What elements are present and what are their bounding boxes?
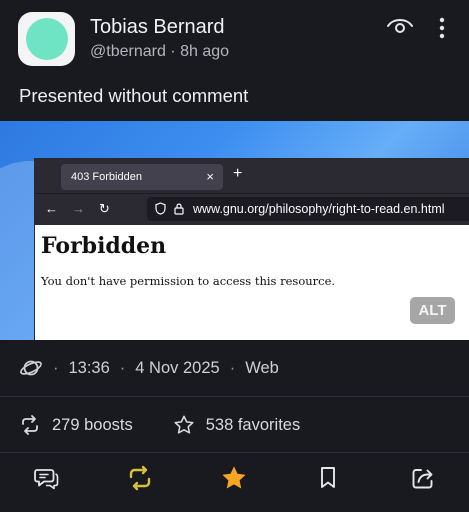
plus-icon: +: [233, 165, 243, 182]
post-time: 13:36: [68, 358, 110, 377]
meta-separator: ·: [119, 358, 126, 377]
arrow-right-icon: →: [72, 201, 85, 216]
bookmark-button[interactable]: [313, 463, 343, 493]
lock-icon: [174, 203, 184, 215]
boost-icon: [22, 415, 38, 435]
globe-icon: [20, 360, 42, 376]
star-icon: [174, 415, 194, 434]
browser-url: www.gnu.org/philosophy/right-to-read.en.…: [193, 202, 445, 216]
page-message: You don't have permission to access this…: [41, 274, 336, 288]
shield-icon: [155, 202, 166, 215]
post-client: Web: [245, 358, 279, 377]
share-button[interactable]: [408, 463, 438, 493]
avatar[interactable]: [18, 12, 75, 66]
boost-button[interactable]: [125, 463, 155, 493]
post-date: 4 Nov 2025: [135, 358, 220, 377]
reload-icon: ↻: [99, 201, 110, 216]
author-handle-line: @tbernard · 8h ago: [90, 43, 229, 61]
star-filled-icon: [222, 466, 246, 489]
browser-page: Forbidden You don't have permission to a…: [35, 225, 469, 340]
browser-screenshot: 403 Forbidden × + ← → ↻ www.gnu.org/phil…: [34, 158, 469, 340]
divider: [0, 396, 469, 397]
browser-tab-title: 403 Forbidden: [71, 171, 142, 183]
browser-url-bar: www.gnu.org/philosophy/right-to-read.en.…: [147, 197, 469, 221]
share-icon: [412, 469, 433, 489]
favorites-count[interactable]: 538 favorites: [206, 416, 300, 435]
handle-separator: ·: [170, 43, 176, 60]
reply-button[interactable]: [31, 463, 61, 493]
boosts-count[interactable]: 279 boosts: [52, 416, 133, 435]
divider: [0, 452, 469, 453]
avatar-image: [25, 18, 68, 60]
bookmark-icon: [321, 467, 335, 488]
post-stats: 279 boosts 538 favorites: [19, 413, 300, 437]
arrow-left-icon: ←: [45, 201, 58, 216]
post-media[interactable]: 403 Forbidden × + ← → ↻ www.gnu.org/phil…: [0, 121, 469, 340]
more-vertical-icon[interactable]: [436, 16, 448, 40]
alt-text-button[interactable]: ALT: [410, 297, 455, 324]
favorite-button[interactable]: [219, 463, 249, 493]
post-text: Presented without comment: [19, 85, 249, 106]
browser-nav-bar: ← → ↻ www.gnu.org/philosophy/right-to-re…: [35, 193, 469, 225]
meta-separator: ·: [229, 358, 236, 377]
meta-separator: ·: [53, 358, 59, 377]
browser-tab: 403 Forbidden ×: [61, 164, 223, 190]
eye-icon[interactable]: [386, 17, 414, 35]
close-icon: ×: [206, 169, 214, 184]
post-meta: · 13:36 · 4 Nov 2025 · Web: [19, 356, 279, 380]
post-age: 8h ago: [180, 43, 230, 60]
reply-icon: [34, 469, 59, 490]
author-name[interactable]: Tobias Bernard: [90, 16, 225, 39]
browser-tab-bar: 403 Forbidden × +: [35, 159, 469, 193]
page-heading: Forbidden: [41, 233, 167, 259]
author-handle[interactable]: @tbernard: [90, 43, 166, 60]
boost-active-icon: [129, 465, 151, 491]
